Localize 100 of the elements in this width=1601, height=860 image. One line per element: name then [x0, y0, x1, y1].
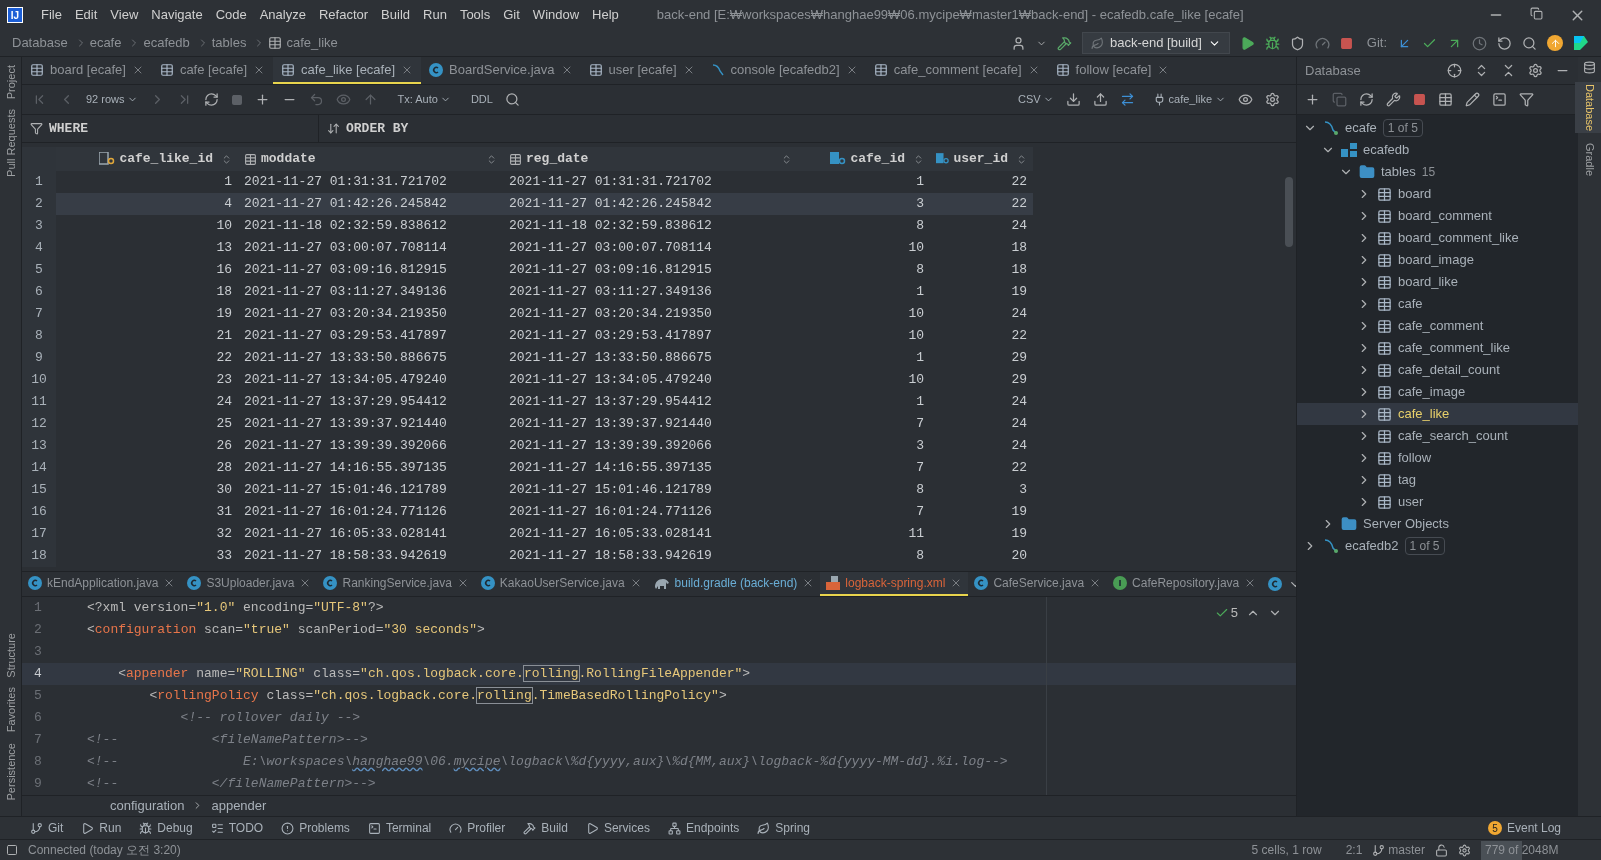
- debug-icon[interactable]: [1264, 35, 1280, 51]
- run-configuration-dropdown[interactable]: back-end [build]: [1082, 32, 1230, 54]
- where-field[interactable]: WHERE: [49, 118, 88, 139]
- table-row[interactable]: 7 19 2021-11-27 03:20:34.219350 2021-11-27 03:20:34.219350 10 24: [22, 303, 1033, 325]
- add-row-icon[interactable]: [254, 92, 270, 107]
- toolbox-logo[interactable]: [1573, 35, 1589, 51]
- profile-icon[interactable]: [1314, 35, 1330, 51]
- tool-window-button[interactable]: Profiler: [449, 819, 506, 837]
- table-row[interactable]: 18 33 2021-11-27 18:58:33.942619 2021-11-27 18:58:33.942619 8 20: [22, 545, 1033, 567]
- format-dropdown[interactable]: CSV: [1017, 91, 1054, 108]
- tool-window-button[interactable]: Debug: [139, 819, 193, 837]
- filter-icon[interactable]: [30, 122, 43, 135]
- view-icon[interactable]: [1238, 92, 1253, 107]
- git-branch[interactable]: master: [1388, 841, 1425, 859]
- menu-item[interactable]: Git: [503, 5, 520, 25]
- editor-tab[interactable]: kEndApplication.java: [22, 572, 182, 596]
- tree-item[interactable]: cafe_search_count: [1297, 425, 1578, 447]
- update-icon[interactable]: [1547, 35, 1563, 51]
- editor-tab[interactable]: user [ecafe]: [580, 57, 703, 84]
- column-header[interactable]: moddate: [238, 147, 503, 171]
- menu-item[interactable]: Window: [532, 5, 580, 25]
- filter-icon[interactable]: [1519, 92, 1534, 107]
- menu-item[interactable]: File: [41, 5, 62, 25]
- locate-icon[interactable]: [1447, 63, 1462, 78]
- rollback-icon[interactable]: [1497, 35, 1512, 51]
- tree-item[interactable]: user: [1297, 491, 1578, 513]
- user-icon[interactable]: [1011, 35, 1026, 51]
- tool-window-button[interactable]: Run: [81, 819, 122, 837]
- tree-item[interactable]: tag: [1297, 469, 1578, 491]
- tool-window-button[interactable]: Build: [523, 819, 568, 837]
- sort-icon[interactable]: [327, 122, 340, 135]
- breadcrumb[interactable]: Database: [12, 33, 68, 53]
- menu-item[interactable]: View: [110, 5, 139, 25]
- row-count-dropdown[interactable]: 92 rows: [86, 91, 138, 108]
- tree-item[interactable]: cafe_image: [1297, 381, 1578, 403]
- menu-item[interactable]: Build: [381, 5, 410, 25]
- tree-item[interactable]: board_comment_like: [1297, 227, 1578, 249]
- table-row[interactable]: 4 13 2021-11-27 03:00:07.708114 2021-11-27 03:00:07.708114 10 18: [22, 237, 1033, 259]
- tree-item[interactable]: board: [1297, 183, 1578, 205]
- tool-window-tab[interactable]: Database: [1574, 82, 1601, 134]
- tree-item[interactable]: Server Objects: [1297, 513, 1578, 535]
- editor-tab[interactable]: RankingService.java: [317, 572, 475, 596]
- editor-tab[interactable]: S3Uploader.java: [181, 572, 318, 596]
- tree-item[interactable]: board_image: [1297, 249, 1578, 271]
- scrollbar[interactable]: [1285, 177, 1293, 247]
- menu-item[interactable]: Code: [215, 5, 247, 25]
- table-row[interactable]: 13 26 2021-11-27 13:39:39.392066 2021-11-27 13:39:39.392066 3 24: [22, 435, 1033, 457]
- column-header[interactable]: reg_date: [503, 147, 798, 171]
- order-by-field[interactable]: ORDER BY: [346, 118, 409, 139]
- editor-tab[interactable]: follow [ecafe]: [1047, 57, 1178, 84]
- table-row[interactable]: 15 30 2021-11-27 15:01:46.121789 2021-11-27 15:01:46.121789 8 3: [22, 479, 1033, 501]
- search-icon[interactable]: [504, 92, 520, 107]
- editor-tab[interactable]: cafe_like [ecafe]: [273, 57, 422, 84]
- editor-tab[interactable]: CafeService.java: [968, 572, 1108, 596]
- table-row[interactable]: 8 21 2021-11-27 03:29:53.417897 2021-11-27 03:29:53.417897 10 22: [22, 325, 1033, 347]
- table-row[interactable]: 3 10 2021-11-18 02:32:59.838612 2021-11-18 02:32:59.838612 8 24: [22, 215, 1033, 237]
- table-row[interactable]: 16 31 2021-11-27 16:01:24.771126 2021-11-27 16:01:24.771126 7 19: [22, 501, 1033, 523]
- event-log-button[interactable]: 5 Event Log: [1487, 819, 1561, 837]
- tool-window-button[interactable]: Problems: [281, 819, 350, 837]
- tool-window-button[interactable]: Git: [30, 819, 64, 837]
- tool-window-button[interactable]: Services: [585, 819, 650, 837]
- refresh-icon[interactable]: [1359, 92, 1374, 107]
- add-icon[interactable]: [1305, 92, 1320, 107]
- tree-item[interactable]: cafe_comment_like: [1297, 337, 1578, 359]
- database-icon[interactable]: [1583, 61, 1596, 74]
- tool-window-tab[interactable]: Favorites: [0, 685, 26, 735]
- menu-item[interactable]: Navigate: [151, 5, 203, 25]
- lock-icon[interactable]: [1435, 843, 1448, 857]
- coverage-icon[interactable]: [1289, 35, 1305, 51]
- tree-item[interactable]: cafe: [1297, 293, 1578, 315]
- menu-item[interactable]: Analyze: [259, 5, 306, 25]
- table-row[interactable]: 9 22 2021-11-27 13:33:50.886675 2021-11-27 13:33:50.886675 1 29: [22, 347, 1033, 369]
- settings-icon[interactable]: [1265, 92, 1280, 107]
- tree-item[interactable]: cafe_like: [1297, 403, 1578, 425]
- hammer-icon[interactable]: [1057, 35, 1072, 51]
- editor-tab[interactable]: logback-spring.xml: [820, 572, 969, 596]
- breadcrumb[interactable]: ecafe: [89, 33, 122, 53]
- breadcrumb[interactable]: appender: [211, 795, 267, 816]
- settings-icon[interactable]: [1528, 63, 1543, 78]
- menu-item[interactable]: Tools: [459, 5, 491, 25]
- transaction-dropdown[interactable]: Tx: Auto: [397, 91, 451, 108]
- editor-tab[interactable]: cafe_comment [ecafe]: [865, 57, 1048, 84]
- export-icon[interactable]: [1065, 92, 1081, 107]
- menu-item[interactable]: Help: [592, 5, 619, 25]
- tool-window-tab[interactable]: Structure: [0, 630, 26, 680]
- editor-tab[interactable]: build.gradle (back-end): [647, 572, 821, 596]
- editor-tab[interactable]: KakaoUserService.java: [474, 572, 648, 596]
- table-dropdown[interactable]: cafe_like: [1152, 91, 1226, 108]
- properties-icon[interactable]: [1386, 92, 1401, 107]
- run-icon[interactable]: [1239, 35, 1255, 51]
- table-icon[interactable]: [1438, 92, 1453, 107]
- table-row[interactable]: 14 28 2021-11-27 14:16:55.397135 2021-11-27 14:16:55.397135 7 22: [22, 457, 1033, 479]
- tool-window-button[interactable]: Spring: [757, 819, 810, 837]
- column-header[interactable]: cafe_like_id: [56, 147, 238, 171]
- tool-window-button[interactable]: TODO: [210, 819, 264, 837]
- editor-tab[interactable]: BoardService.java: [421, 57, 581, 84]
- editor-tab[interactable]: cafe [ecafe]: [151, 57, 274, 84]
- tool-window-button[interactable]: Terminal: [367, 819, 432, 837]
- tree-item[interactable]: ecafedb2 1 of 5: [1297, 535, 1578, 557]
- breadcrumb[interactable]: cafe_like: [286, 33, 338, 53]
